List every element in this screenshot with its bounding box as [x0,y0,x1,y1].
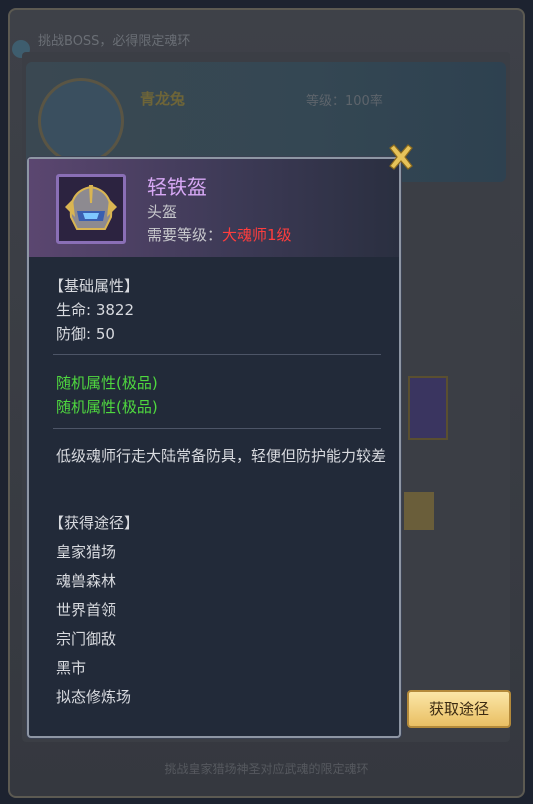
source-item: 世界首领 [56,601,117,619]
requirement-label: 需要等级： [147,226,223,244]
item-name: 轻铁盔 [147,175,207,199]
helmet-icon [65,185,117,230]
requirement-value: 大魂师1级 [222,226,292,244]
source-item: 宗门御敌 [56,630,117,648]
background-footer: 挑战皇家猎场神圣对应武魂的限定魂环 [164,762,369,776]
item-type: 头盔 [147,203,178,221]
reward-thumbnail [408,376,448,440]
source-header: 【获得途径】 [49,514,140,532]
close-button[interactable] [386,142,416,172]
random-attribute: 随机属性(极品) [56,374,158,392]
background-button [404,492,434,530]
get-source-button[interactable]: 获取途径 [407,690,511,728]
boss-level: 等级：100率 [306,94,383,109]
stat-hp: 生命: 3822 [56,301,134,319]
boss-name: 青龙兔 [140,90,186,108]
item-requirement: 需要等级：大魂师1级 [147,224,292,245]
item-tooltip: 轻铁盔 头盔 需要等级：大魂师1级 【基础属性】 生命: 3822 防御: 50… [27,157,401,738]
random-attribute: 随机属性(极品) [56,398,158,416]
base-attributes-header: 【基础属性】 [49,277,140,295]
source-item: 皇家猎场 [56,543,117,561]
divider [53,428,381,429]
source-item: 魂兽森林 [56,572,117,590]
divider [53,354,381,355]
source-item: 拟态修炼场 [56,688,132,706]
tooltip-header: 轻铁盔 头盔 需要等级：大魂师1级 [29,159,399,257]
boss-avatar [38,78,124,164]
item-description: 低级魂师行走大陆常备防具，轻便但防护能力较差 [56,447,387,465]
stat-defense: 防御: 50 [56,325,115,343]
background-header: 挑战BOSS，必得限定魂环 [38,34,191,49]
item-slot [56,174,126,244]
close-icon [389,144,413,170]
source-item: 黑市 [56,659,87,677]
